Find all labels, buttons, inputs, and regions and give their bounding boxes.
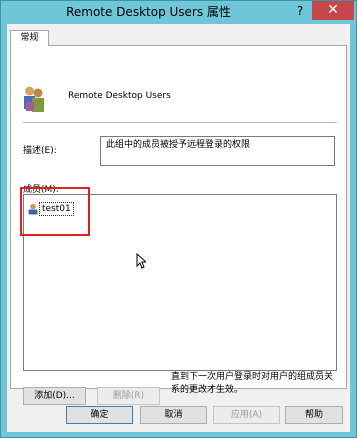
user-icon <box>28 203 38 215</box>
membership-note: 直到下一次用户登录时对用户的组成员关系的更改才生效。 <box>171 372 334 395</box>
mouse-cursor-icon <box>136 253 146 269</box>
tab-general[interactable]: 常规 <box>10 30 49 46</box>
members-list[interactable]: test01 <box>23 194 337 371</box>
ok-button[interactable]: 确定 <box>66 406 133 424</box>
help-button[interactable]: 帮助 <box>285 406 343 424</box>
dialog-window: Remote Desktop Users 属性 ? ✕ 常规 Remote De… <box>0 0 357 438</box>
tab-panel-general: Remote Desktop Users 描述(E): 此组中的成员被授予远程登… <box>10 45 347 405</box>
dialog-client-area: 常规 Remote Desktop Users 描述(E): 此组中的成员被授予… <box>7 24 350 432</box>
separator <box>23 122 337 123</box>
window-title: Remote Desktop Users 属性 <box>66 5 231 19</box>
cancel-button[interactable]: 取消 <box>140 406 207 424</box>
user-group-icon <box>24 86 44 112</box>
apply-button[interactable]: 应用(A) <box>213 406 280 424</box>
close-button[interactable]: ✕ <box>312 1 354 20</box>
add-button[interactable]: 添加(D)... <box>23 387 86 405</box>
description-label: 描述(E): <box>23 146 57 156</box>
member-name: test01 <box>39 202 74 216</box>
title-bar[interactable]: Remote Desktop Users 属性 ? ✕ <box>1 1 356 23</box>
group-name: Remote Desktop Users <box>68 91 171 101</box>
remove-button[interactable]: 删除(R) <box>97 387 160 405</box>
help-icon-button[interactable]: ? <box>289 2 311 20</box>
description-field[interactable]: 此组中的成员被授予远程登录的权限 <box>100 136 335 166</box>
